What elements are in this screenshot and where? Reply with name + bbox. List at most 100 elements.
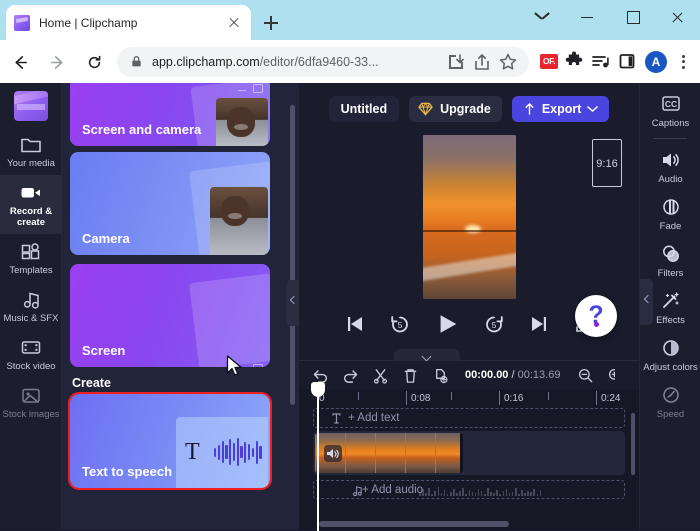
sidebar-item-stock-images[interactable]: Stock images: [0, 378, 62, 426]
tab-search-chevron-down-icon[interactable]: [520, 0, 565, 34]
clipchamp-logo[interactable]: [13, 91, 48, 121]
sidebar-label: Record & create: [9, 206, 53, 228]
upgrade-button[interactable]: Upgrade: [409, 96, 502, 122]
help-dot-icon: [593, 322, 599, 327]
forward-button[interactable]: [42, 46, 74, 78]
half-circle-icon: [659, 337, 683, 359]
right-item-audio[interactable]: Audio: [640, 143, 700, 190]
upgrade-label: Upgrade: [440, 102, 491, 116]
speaker-icon: [659, 149, 683, 171]
ruler-label: 0:24: [601, 393, 621, 404]
card-text-to-speech[interactable]: T Text to speech: [68, 392, 272, 490]
divider: [653, 138, 687, 139]
window-icon: [253, 364, 263, 367]
right-item-adjust-colors[interactable]: Adjust colors: [640, 331, 700, 378]
install-icon[interactable]: [445, 51, 467, 73]
card-screen[interactable]: Screen: [70, 264, 270, 367]
sidebar-item-your-media[interactable]: Your media: [0, 127, 62, 175]
reload-button[interactable]: [79, 46, 111, 78]
media-controls-icon[interactable]: [588, 48, 614, 76]
forward-5-button[interactable]: 5: [482, 312, 506, 336]
collapse-right-panel-button[interactable]: [640, 279, 653, 325]
ruler-tick: [406, 391, 407, 405]
minimize-button[interactable]: [565, 0, 610, 34]
text-icon: T: [185, 439, 200, 466]
right-item-speed[interactable]: Speed: [640, 378, 700, 425]
filters-icon: [659, 243, 683, 265]
sidebar-item-stock-video[interactable]: Stock video: [0, 330, 62, 378]
export-label: Export: [541, 102, 582, 116]
zoom-in-button[interactable]: [607, 367, 616, 384]
playhead[interactable]: [311, 382, 325, 531]
card-screen-and-camera[interactable]: Screen and camera: [70, 83, 270, 146]
export-button[interactable]: Export: [511, 96, 610, 122]
image-icon: [19, 385, 43, 406]
timeline-horizontal-scrollbar[interactable]: [319, 521, 509, 527]
svg-text:5: 5: [397, 320, 402, 330]
zoom-out-button[interactable]: [577, 367, 594, 384]
right-item-captions[interactable]: CC Captions: [640, 83, 700, 134]
back-button[interactable]: [5, 46, 37, 78]
right-item-label: Captions: [651, 118, 690, 129]
diamond-icon: [418, 102, 433, 116]
delete-button[interactable]: [402, 367, 419, 384]
new-tab-button[interactable]: [258, 10, 284, 36]
panel-scrollbar[interactable]: [290, 105, 295, 405]
browser-tab[interactable]: Home | Clipchamp: [6, 5, 251, 40]
play-button[interactable]: [433, 310, 461, 338]
video-camera-icon: [19, 182, 43, 203]
sunset-beach-clip[interactable]: [315, 433, 463, 473]
ruler-tick: [451, 392, 452, 400]
aspect-ratio-button[interactable]: 9:16: [592, 139, 622, 187]
add-text-label: + Add text: [348, 412, 400, 424]
card-label: Text to speech: [82, 464, 173, 479]
sidebar-label: Your media: [7, 158, 55, 169]
maximize-button[interactable]: [610, 0, 655, 34]
skip-to-start-button[interactable]: [343, 312, 367, 336]
total-time: 00:13.69: [517, 369, 561, 381]
sidebar-item-templates[interactable]: Templates: [0, 234, 62, 282]
clip-mute-icon[interactable]: [324, 445, 342, 462]
of-extension-badge: OF.: [540, 53, 558, 69]
close-window-button[interactable]: [655, 0, 700, 34]
sidebar-item-record-and-create[interactable]: Record & create: [0, 175, 62, 234]
right-item-fade[interactable]: Fade: [640, 190, 700, 237]
rewind-5-button[interactable]: 5: [388, 312, 412, 336]
profile-avatar[interactable]: A: [645, 50, 667, 73]
tab-title: Home | Clipchamp: [39, 15, 138, 30]
preview-stage: Untitled Upgrade Export 9:16 5 5 ?: [299, 83, 639, 360]
right-item-label: Speed: [656, 409, 685, 420]
video-preview[interactable]: [423, 135, 516, 299]
split-button[interactable]: [372, 367, 389, 384]
side-panel-icon[interactable]: [614, 48, 640, 76]
help-button[interactable]: ?: [575, 295, 617, 337]
chevron-left-icon: [289, 295, 298, 305]
audio-waveform-preview: [419, 487, 619, 496]
address-bar[interactable]: app.clipchamp.com/editor/6dfa9460-33...: [117, 46, 529, 77]
card-window-art: [189, 273, 270, 367]
sidebar-item-music-and-sfx[interactable]: Music & SFX: [0, 282, 62, 330]
text-icon: [332, 413, 341, 424]
speedometer-icon: [659, 384, 683, 406]
extensions-puzzle-icon[interactable]: [562, 48, 588, 76]
film-strip-icon: [19, 337, 43, 358]
video-track[interactable]: [313, 431, 625, 475]
duplicate-button[interactable]: [432, 367, 449, 384]
bookmark-star-icon[interactable]: [497, 51, 519, 73]
card-camera[interactable]: Camera: [70, 152, 270, 255]
collapse-panel-button[interactable]: [286, 280, 299, 326]
section-title-create: Create: [72, 376, 111, 390]
skip-to-end-button[interactable]: [527, 312, 551, 336]
timeline-ruler[interactable]: 0 0:08 0:16 0:24: [299, 389, 639, 409]
share-icon[interactable]: [471, 51, 493, 73]
undo-button[interactable]: [312, 367, 329, 384]
templates-icon: [19, 241, 43, 262]
timeline-vertical-scrollbar[interactable]: [631, 413, 635, 475]
project-title-button[interactable]: Untitled: [328, 96, 400, 122]
close-icon[interactable]: [225, 14, 243, 32]
of-extension-icon[interactable]: OF.: [536, 48, 562, 76]
add-text-track[interactable]: + Add text: [313, 408, 625, 428]
redo-button[interactable]: [342, 367, 359, 384]
right-item-filters[interactable]: Filters: [640, 237, 700, 284]
chrome-menu-icon[interactable]: [672, 49, 694, 75]
